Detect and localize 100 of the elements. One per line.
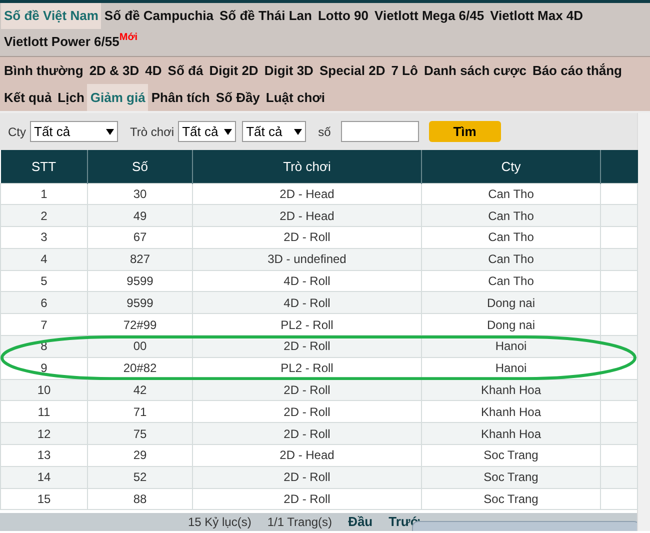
nav-tab[interactable]: Giảm giá: [87, 84, 148, 111]
table-cell: 42: [133, 383, 147, 398]
table-cell: 9599: [126, 296, 154, 310]
table-cell: 5: [40, 274, 48, 288]
nav-tab[interactable]: Lịch: [54, 84, 88, 111]
caret-icon: [106, 128, 114, 134]
nav-tab[interactable]: Số Đầy: [212, 84, 263, 111]
filter-label: Trò chơi: [130, 124, 174, 140]
table-cell: Khanh Hoa: [480, 383, 542, 398]
table-cell: Can Tho: [488, 186, 534, 201]
table-cell: Khanh Hoa: [480, 426, 542, 441]
table-cell: 12: [37, 426, 51, 441]
table-cell: 67: [133, 230, 147, 244]
table-cell: 7: [40, 318, 48, 332]
pager-info: 1/1 Trang(s): [267, 515, 332, 530]
nav-tab[interactable]: 2D & 3D: [86, 57, 142, 84]
table-cell: 72#99: [123, 318, 157, 332]
table-cell: 2D - Roll: [284, 383, 330, 398]
nav-tab[interactable]: 7 Lô: [388, 57, 421, 84]
table-cell: 14: [37, 470, 51, 484]
caret-icon: [224, 128, 232, 134]
table-cell: 2D - Head: [280, 186, 334, 201]
dropdown[interactable]: Tất cả: [242, 121, 306, 142]
table-cell: 4D - Roll: [284, 274, 330, 288]
nav-tab[interactable]: Số đề Thái Lan: [216, 3, 315, 29]
table-cell: 3: [40, 230, 48, 244]
nav-tab[interactable]: Số đề Campuchia: [101, 3, 216, 29]
table-cell: 2D - Head: [280, 448, 334, 462]
table-cell: 1: [40, 186, 48, 201]
table-cell: 88: [133, 492, 147, 506]
table-cell: 52: [133, 470, 147, 484]
nav-tab[interactable]: Vietlott Power 6/55: [1, 29, 120, 55]
nav-tab[interactable]: Kết quả: [1, 84, 55, 111]
dropdown[interactable]: Tất cả: [178, 121, 236, 142]
nav-tab[interactable]: Danh sách cược: [420, 57, 530, 84]
table-cell: Can Tho: [488, 208, 534, 223]
new-label: Mới: [119, 32, 138, 44]
table-cell: 49: [133, 208, 147, 223]
table-cell: PL2 - Roll: [280, 318, 334, 332]
nav-tab[interactable]: Phân tích: [148, 84, 213, 111]
table-cell: Khanh Hoa: [480, 404, 542, 419]
number-field[interactable]: [340, 121, 419, 142]
table-cell: 71: [133, 404, 147, 419]
nav-tab[interactable]: Lotto 90: [314, 3, 372, 29]
dropdown[interactable]: Tất cả: [30, 121, 118, 142]
table-cell: 2D - Roll: [284, 426, 330, 441]
table-cell: Soc Trang: [484, 492, 538, 506]
table-cell: 00: [133, 339, 147, 354]
table-cell: 2D - Roll: [284, 470, 330, 484]
nav-tab[interactable]: Digit 2D: [206, 57, 262, 84]
table-cell: 2D - Roll: [284, 404, 330, 419]
table-cell: 4D - Roll: [284, 296, 330, 310]
filter-label: Cty: [8, 124, 26, 140]
table-cell: 9599: [126, 274, 154, 288]
table-cell: 2D - Roll: [284, 230, 330, 244]
nav-tab[interactable]: Báo cáo thắng: [529, 57, 626, 84]
table-cell: 10: [37, 383, 51, 398]
table-cell: Hanoi: [495, 339, 527, 354]
filter-label: số: [318, 124, 331, 140]
table-cell: 9: [40, 361, 48, 376]
table-cell: 827: [130, 252, 150, 266]
table-cell: 3D - undefined: [268, 252, 346, 266]
table-cell: 13: [37, 448, 51, 462]
column-header: Số: [88, 150, 192, 183]
table-cell: 2D - Roll: [284, 492, 330, 506]
table-cell: Dong nai: [486, 296, 536, 310]
table-cell: PL2 - Roll: [280, 361, 334, 376]
nav-tab[interactable]: Vietlott Mega 6/45: [372, 3, 488, 29]
pager-link[interactable]: Đầu: [348, 515, 373, 530]
nav-tab[interactable]: Digit 3D: [261, 57, 316, 84]
table-cell: 2D - Roll: [284, 339, 330, 354]
table-cell: Can Tho: [488, 252, 534, 266]
nav-tab[interactable]: Luật chơi: [262, 84, 328, 111]
caret-icon: [294, 128, 302, 134]
nav-tab[interactable]: Vietlott Max 4D: [487, 3, 586, 29]
table-cell: 20#82: [123, 361, 157, 376]
table-cell: 30: [133, 186, 147, 201]
table-cell: Can Tho: [488, 230, 534, 244]
table-cell: 2: [40, 208, 48, 223]
nav-tab[interactable]: Số đề Việt Nam: [1, 3, 102, 29]
table-cell: 6: [40, 296, 48, 310]
table-cell: Soc Trang: [484, 448, 538, 462]
nav-tab[interactable]: Bình thường: [1, 57, 86, 84]
table-cell: Dong nai: [486, 318, 536, 332]
table-cell: 29: [133, 448, 147, 462]
table-cell: 15: [37, 492, 51, 506]
table-cell: 11: [38, 404, 50, 419]
table-cell: Can Tho: [488, 274, 534, 288]
scrollbar[interactable]: [637, 113, 650, 532]
nav-tab[interactable]: Special 2D: [316, 57, 388, 84]
table-cell: 2D - Head: [280, 208, 334, 223]
pager-info: 15 Kỷ lục(s): [188, 515, 252, 530]
table-cell: Soc Trang: [484, 470, 538, 484]
table-cell: 75: [133, 426, 147, 441]
table-cell: 4: [40, 252, 48, 266]
column-header: Trò chơi: [192, 150, 422, 183]
nav-tab[interactable]: Số đá: [164, 57, 206, 84]
nav-tab[interactable]: 4D: [142, 57, 165, 84]
column-header: STT: [0, 150, 88, 183]
search-button[interactable]: Tìm: [428, 121, 501, 142]
